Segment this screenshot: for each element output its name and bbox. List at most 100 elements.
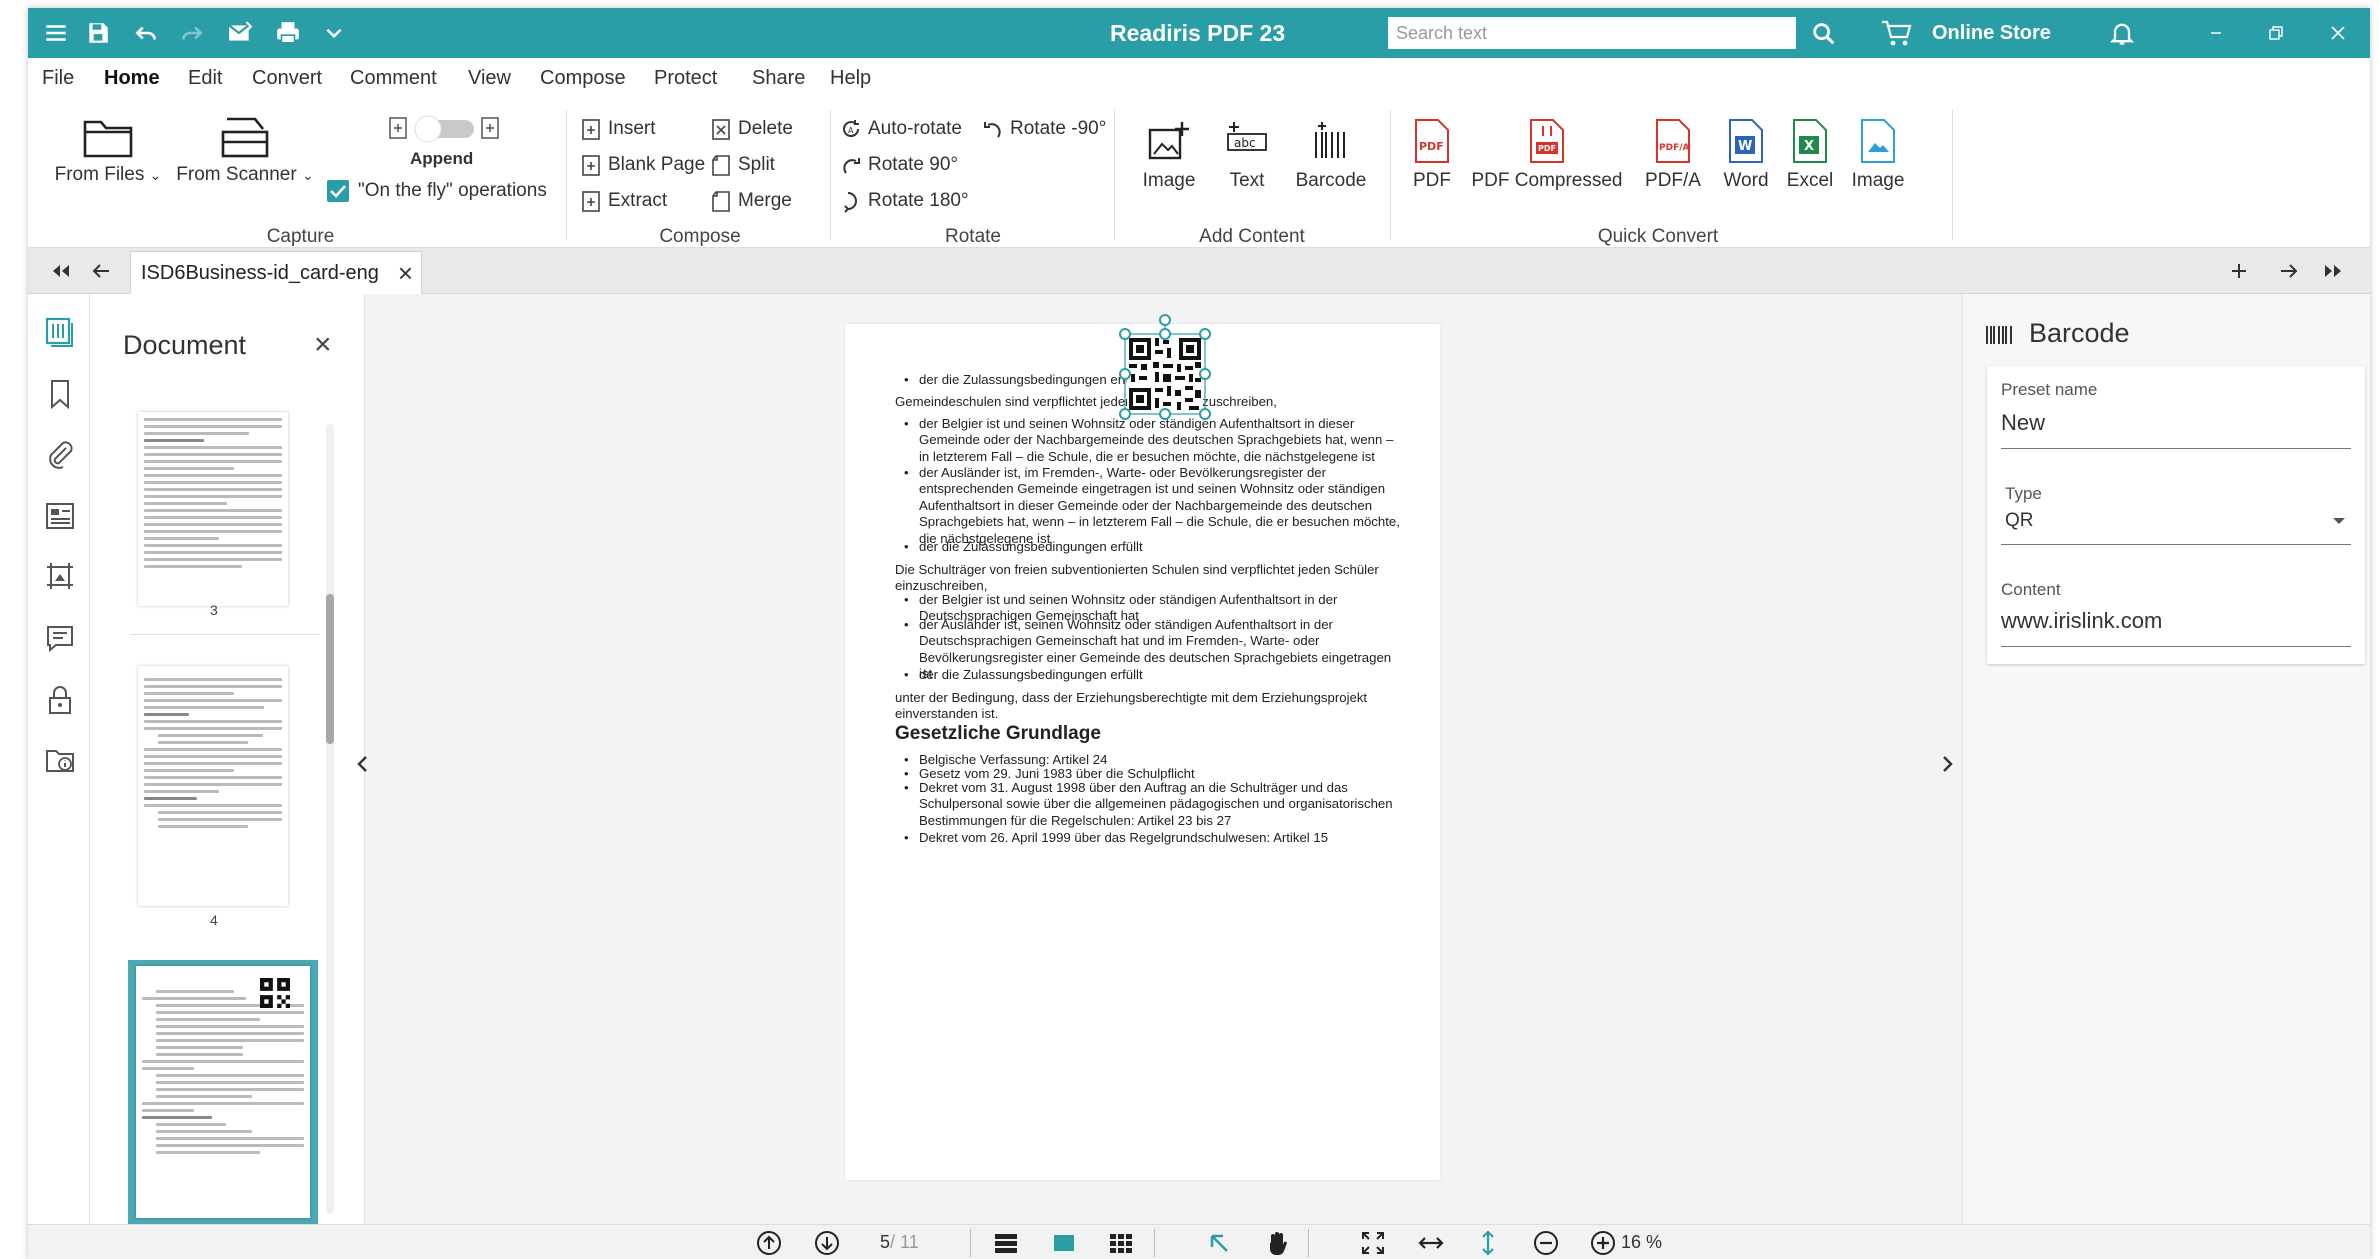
merge-button[interactable]: Merge [710, 186, 792, 216]
convert-pdf-button[interactable]: PDF PDF [1402, 118, 1462, 192]
online-store-link[interactable]: Online Store [1932, 8, 2051, 58]
menu-edit[interactable]: Edit [188, 58, 222, 98]
zoom-level[interactable]: 16 % [1621, 1225, 1662, 1259]
type-select[interactable]: QR [2005, 510, 2034, 532]
grid-view-icon[interactable] [1106, 1228, 1136, 1258]
cart-icon[interactable] [1880, 18, 1914, 48]
menu-home[interactable]: Home [104, 58, 160, 98]
menu-icon[interactable] [32, 8, 80, 58]
page-thumbnail[interactable] [138, 666, 288, 906]
form-fields-icon[interactable] [44, 500, 76, 532]
convert-pdf-compressed-button[interactable]: PDF PDF Compressed [1462, 118, 1632, 192]
comments-icon[interactable] [44, 622, 76, 654]
auto-rotate-button[interactable]: A Auto-rotate [840, 114, 962, 144]
scrollbar-thumb[interactable] [326, 594, 334, 744]
undo-icon[interactable] [122, 8, 170, 58]
previous-page-icon[interactable] [754, 1228, 784, 1258]
folder-info-icon[interactable] [44, 744, 76, 776]
collapse-left-panel-icon[interactable] [353, 749, 373, 779]
preset-name-field[interactable]: New [2001, 410, 2045, 436]
fit-width-icon[interactable] [1416, 1228, 1446, 1258]
attachment-icon[interactable] [44, 438, 76, 470]
print-icon[interactable] [264, 8, 312, 58]
from-scanner-button[interactable]: From Scanner ⌄ [170, 116, 320, 186]
select-arrow-icon[interactable] [1204, 1228, 1234, 1258]
page-indicator[interactable]: 5/ 11 [880, 1225, 919, 1259]
pdfa-file-icon: PDF/A [1656, 119, 1690, 163]
minimize-icon[interactable] [2186, 8, 2246, 58]
on-the-fly-checkbox[interactable]: "On the fly" operations [326, 176, 547, 206]
scanner-icon [221, 117, 269, 158]
rotate-90-button[interactable]: Rotate 90° [840, 150, 958, 180]
from-files-button[interactable]: From Files ⌄ [48, 116, 168, 186]
selected-page-thumbnail[interactable] [128, 960, 318, 1224]
pages-panel-icon[interactable] [44, 316, 76, 348]
save-icon[interactable] [74, 8, 122, 58]
menu-share[interactable]: Share [752, 58, 805, 98]
thumbnail-scrollbar[interactable] [326, 424, 334, 1214]
tab-close-icon[interactable]: × [398, 252, 413, 294]
close-icon[interactable]: × [314, 328, 332, 362]
hand-pan-icon[interactable] [1262, 1228, 1292, 1258]
split-button[interactable]: Split [710, 150, 775, 180]
add-image-button[interactable]: Image [1128, 118, 1210, 192]
lock-icon[interactable] [44, 684, 76, 716]
preset-name-label: Preset name [2001, 380, 2098, 399]
blank-page-button[interactable]: Blank Page [580, 150, 705, 180]
rotate-minus-90-label: Rotate -90° [1010, 118, 1107, 139]
bookmark-icon[interactable] [44, 378, 76, 410]
bell-icon[interactable] [2108, 19, 2136, 47]
pdf-page[interactable]: der die Zulassungsbedingungen erfüllt Ge… [845, 314, 1440, 1180]
content-field[interactable]: www.irislink.com [2001, 608, 2162, 634]
add-text-button[interactable]: abc Text [1210, 118, 1284, 192]
page-heading: Gesetzliche Grundlage [895, 723, 1101, 744]
redo-icon[interactable] [168, 8, 216, 58]
search-icon[interactable] [1810, 20, 1838, 48]
page-thumbnail[interactable] [138, 412, 288, 606]
extract-button[interactable]: Extract [580, 186, 667, 216]
qr-code-object[interactable] [1119, 314, 1211, 420]
menu-convert[interactable]: Convert [252, 58, 322, 98]
delete-button[interactable]: Delete [710, 114, 793, 144]
rotate-minus-90-button[interactable]: Rotate -90° [982, 114, 1106, 144]
dropdown-arrow-icon[interactable] [2331, 516, 2347, 526]
next-page-icon[interactable] [812, 1228, 842, 1258]
next-tab-icon[interactable] [2274, 256, 2304, 286]
add-barcode-button[interactable]: Barcode [1284, 118, 1378, 192]
single-page-view-icon[interactable] [1049, 1228, 1079, 1258]
append-toggle[interactable] [386, 112, 546, 144]
convert-excel-button[interactable]: X Excel [1778, 118, 1842, 192]
insert-button[interactable]: Insert [580, 114, 656, 144]
mail-icon[interactable] [216, 8, 264, 58]
menu-compose[interactable]: Compose [540, 58, 626, 98]
menu-help[interactable]: Help [830, 58, 871, 98]
menu-view[interactable]: View [468, 58, 511, 98]
new-tab-icon[interactable] [2224, 256, 2254, 286]
first-tab-icon[interactable] [46, 256, 76, 286]
fit-height-icon[interactable] [1473, 1228, 1503, 1258]
rotate-180-button[interactable]: Rotate 180° [840, 186, 969, 216]
continuous-view-icon[interactable] [991, 1228, 1021, 1258]
fit-page-icon[interactable] [1358, 1228, 1388, 1258]
menu-file[interactable]: File [42, 58, 74, 98]
convert-image-button[interactable]: Image [1842, 118, 1914, 192]
quick-access-chevron-down-icon[interactable] [310, 8, 358, 58]
convert-pdfa-button[interactable]: PDF/A PDF/A [1632, 118, 1714, 192]
zoom-in-icon[interactable] [1588, 1228, 1618, 1258]
previous-tab-icon[interactable] [86, 256, 116, 286]
convert-word-button[interactable]: W Word [1714, 118, 1778, 192]
tab-document[interactable]: ISD6Business-id_card-eng × [130, 251, 422, 294]
selection-handles[interactable] [1105, 314, 1225, 434]
collapse-right-panel-icon[interactable] [1937, 749, 1957, 779]
document-panel-title: Document [123, 330, 247, 360]
close-icon[interactable] [2308, 8, 2368, 58]
crop-select-icon[interactable] [44, 560, 76, 592]
menu-comment[interactable]: Comment [350, 58, 437, 98]
split-icon [712, 155, 730, 176]
zoom-out-icon[interactable] [1531, 1228, 1561, 1258]
menu-protect[interactable]: Protect [654, 58, 717, 98]
convert-image-label: Image [1851, 170, 1905, 191]
search-input[interactable] [1388, 17, 1796, 49]
restore-icon[interactable] [2246, 8, 2306, 58]
last-tab-icon[interactable] [2318, 256, 2348, 286]
